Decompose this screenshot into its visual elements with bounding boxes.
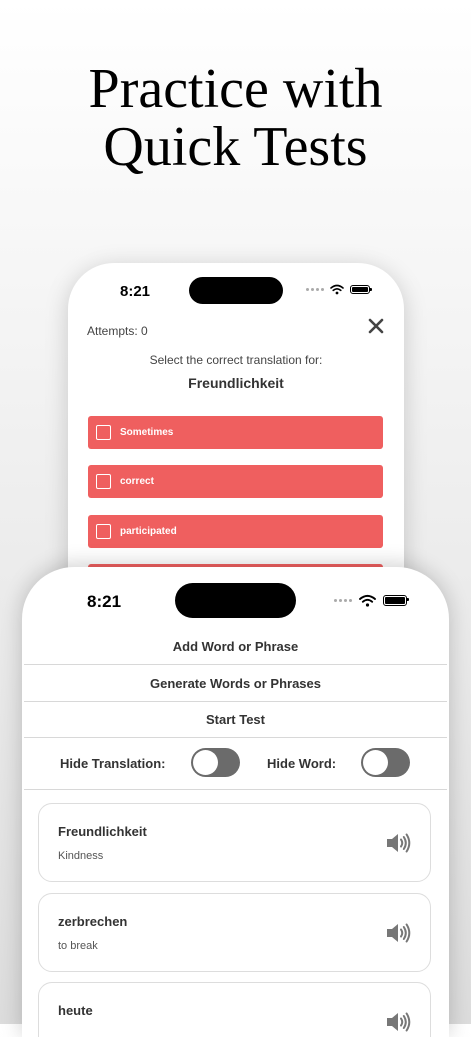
answer-option-label: Sometimes bbox=[120, 427, 174, 438]
battery-icon bbox=[383, 595, 409, 606]
status-icons bbox=[334, 594, 409, 607]
speaker-icon[interactable] bbox=[385, 1010, 411, 1034]
attempts-counter: Attempts: 0 bbox=[87, 324, 148, 338]
headline-line-1: Practice with bbox=[88, 58, 383, 120]
generate-words-label: Generate Words or Phrases bbox=[150, 675, 321, 691]
answer-option-label: correct bbox=[120, 476, 154, 487]
status-time: 8:21 bbox=[87, 592, 122, 611]
answer-option[interactable]: Sometimes bbox=[88, 416, 383, 449]
question-prompt: Select the correct translation for: bbox=[149, 353, 323, 367]
speaker-icon[interactable] bbox=[385, 831, 411, 855]
word-text: zerbrechen bbox=[58, 914, 128, 929]
battery-icon bbox=[350, 285, 372, 294]
divider bbox=[24, 789, 447, 790]
answer-option[interactable]: correct bbox=[88, 465, 383, 498]
hide-translation-toggle[interactable] bbox=[191, 748, 240, 777]
checkbox-icon[interactable] bbox=[96, 425, 111, 440]
toggle-knob bbox=[363, 750, 388, 775]
start-test-button[interactable]: Start Test bbox=[24, 701, 447, 738]
translation-text: Kindness bbox=[58, 850, 104, 862]
signal-icon bbox=[334, 599, 352, 602]
hide-word-label: Hide Word: bbox=[267, 756, 337, 771]
hide-translation-label: Hide Translation: bbox=[60, 756, 166, 771]
generate-words-button[interactable]: Generate Words or Phrases bbox=[24, 665, 447, 702]
checkbox-icon[interactable] bbox=[96, 524, 111, 539]
answer-option[interactable]: participated bbox=[88, 515, 383, 548]
target-word: Freundlichkeit bbox=[188, 375, 284, 391]
toggle-bar: Hide Translation: Hide Word: bbox=[22, 745, 449, 785]
wifi-icon bbox=[359, 594, 376, 607]
speaker-icon[interactable] bbox=[385, 921, 411, 945]
test-screen-phone: 8:21 Attempts: 0 Select the correct tran… bbox=[68, 263, 404, 593]
main-screen-phone: 8:21 Add Word or Phrase Generate Words o… bbox=[22, 567, 449, 1037]
translation-text: to break bbox=[58, 940, 98, 952]
headline: Practice with Quick Tests bbox=[0, 60, 471, 176]
word-card[interactable]: heute bbox=[38, 982, 431, 1037]
status-time: 8:21 bbox=[120, 283, 151, 300]
word-text: Freundlichkeit bbox=[58, 824, 147, 839]
add-word-button[interactable]: Add Word or Phrase bbox=[24, 628, 447, 665]
add-word-label: Add Word or Phrase bbox=[172, 638, 299, 654]
toggle-knob bbox=[193, 750, 218, 775]
answer-option-label: participated bbox=[120, 526, 177, 537]
checkbox-icon[interactable] bbox=[96, 474, 111, 489]
dynamic-island bbox=[189, 277, 283, 304]
signal-icon bbox=[306, 288, 324, 291]
wifi-icon bbox=[330, 284, 344, 295]
word-card[interactable]: Freundlichkeit Kindness bbox=[38, 803, 431, 882]
headline-line-2: Quick Tests bbox=[103, 116, 368, 178]
hide-word-toggle[interactable] bbox=[361, 748, 410, 777]
word-text: heute bbox=[58, 1003, 93, 1018]
start-test-label: Start Test bbox=[206, 711, 265, 727]
status-icons bbox=[306, 284, 372, 295]
close-icon[interactable] bbox=[367, 317, 385, 335]
word-card[interactable]: zerbrechen to break bbox=[38, 893, 431, 972]
dynamic-island bbox=[175, 583, 296, 618]
